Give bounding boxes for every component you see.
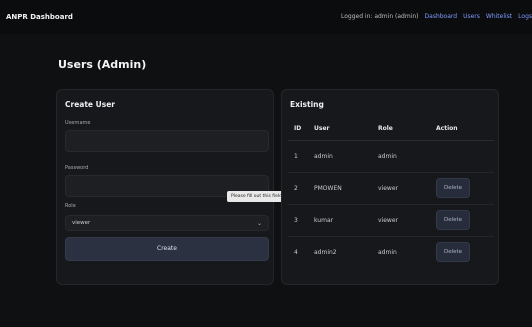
cell-action: Delete	[436, 204, 494, 237]
username-input[interactable]	[65, 130, 269, 152]
cell-user: kumar	[314, 204, 378, 237]
top-nav: Logged in: admin (admin) Dashboard Users…	[341, 13, 532, 20]
table-row: 3 kumar viewer Delete	[288, 204, 494, 237]
cell-action: Delete	[436, 172, 494, 205]
cell-id: 1	[288, 140, 314, 173]
chevron-down-icon: ⌄	[256, 219, 262, 227]
delete-button[interactable]: Delete	[436, 210, 470, 230]
role-select-value: viewer	[72, 220, 91, 226]
table-header-row: ID User Role Action	[288, 118, 494, 141]
brand-title[interactable]: ANPR Dashboard	[6, 13, 73, 21]
users-table: ID User Role Action 1 admin admin 2 PMOW…	[288, 118, 494, 268]
cell-user: admin2	[314, 248, 337, 256]
cell-role: viewer	[378, 172, 436, 205]
existing-users-title: Existing	[290, 100, 324, 109]
cell-id: 4	[294, 248, 298, 256]
role-label: Role	[65, 203, 76, 209]
password-label: Password	[65, 165, 89, 171]
nav-link-whitelist[interactable]: Whitelist	[486, 13, 512, 20]
create-button[interactable]: Create	[65, 237, 269, 261]
cell-role: viewer	[378, 204, 436, 237]
create-user-panel: Create User Username Password Role viewe…	[56, 89, 274, 285]
cell-action: Delete	[436, 236, 494, 268]
nav-link-dashboard[interactable]: Dashboard	[425, 13, 458, 20]
delete-button[interactable]: Delete	[436, 178, 470, 198]
column-header-role: Role	[378, 118, 436, 141]
page-title: Users (Admin)	[58, 58, 147, 71]
logged-in-status: Logged in: admin (admin)	[340, 13, 419, 20]
validation-tooltip: Please fill out this field.	[227, 191, 288, 202]
username-label: Username	[65, 120, 91, 126]
table-row: 2 PMOWEN viewer Delete	[288, 172, 494, 205]
cell-role: admin	[378, 140, 436, 173]
column-header-action: Action	[436, 118, 494, 141]
top-nav-bar: ANPR Dashboard Logged in: admin (admin) …	[0, 0, 532, 34]
cell-user: PMOWEN	[314, 172, 378, 205]
cell-role: admin	[378, 248, 397, 256]
table-row: 1 admin admin	[288, 140, 494, 173]
table-row: 4 admin2 admin Delete	[288, 236, 494, 268]
nav-link-logs[interactable]: Logs	[518, 13, 532, 20]
existing-users-panel: Existing ID User Role Action 1 admin adm…	[281, 89, 499, 285]
create-user-title: Create User	[65, 100, 115, 109]
cell-user: admin	[314, 140, 378, 173]
role-select[interactable]: viewer ⌄	[65, 215, 269, 231]
nav-link-users[interactable]: Users	[463, 13, 480, 20]
cell-id: 2	[288, 172, 314, 205]
cell-action	[436, 140, 494, 173]
column-header-id: ID	[288, 118, 314, 141]
delete-button[interactable]: Delete	[436, 242, 470, 263]
cell-id: 3	[288, 204, 314, 237]
column-header-user: User	[314, 118, 378, 141]
